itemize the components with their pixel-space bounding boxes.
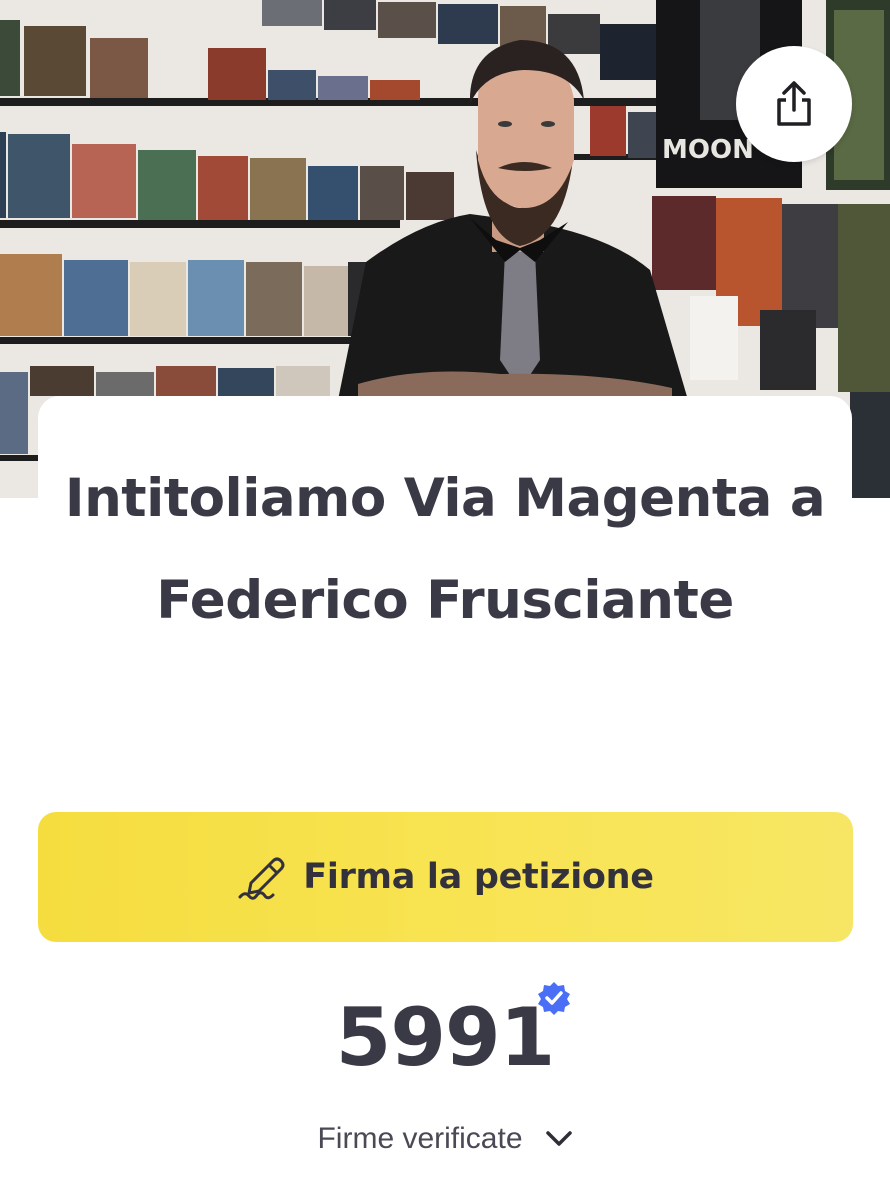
signature-count: 5991 (335, 991, 556, 1084)
chevron-down-icon (545, 1131, 572, 1146)
sign-petition-button[interactable]: Firma la petizione (38, 812, 853, 942)
verified-badge-icon (538, 982, 570, 1015)
verified-signatures-toggle[interactable]: Firme verificate (0, 1114, 890, 1164)
verified-signatures-label: Firme verificate (317, 1122, 523, 1155)
share-icon (777, 81, 811, 126)
share-button[interactable] (736, 46, 852, 162)
signature-counter: 5991 (0, 982, 890, 1088)
signature-pen-icon (238, 857, 285, 900)
petition-title: Intitoliamo Via Magenta a Federico Frusc… (64, 468, 826, 631)
hero-poster-text: MOON (662, 135, 754, 165)
sign-petition-label: Firma la petizione (303, 857, 654, 897)
